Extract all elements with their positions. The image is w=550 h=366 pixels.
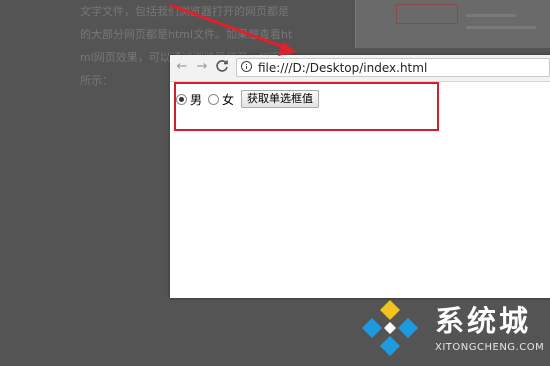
browser-window: ← → file:///D:/Desktop/index.html 男 女 获取… [170, 55, 550, 298]
watermark-logo-icon [362, 300, 418, 356]
get-radio-value-button[interactable]: 获取单选框值 [241, 90, 320, 108]
watermark-brand: 系统城 [435, 304, 532, 338]
article-line: 的大部分网页都是html文件。如果想查看ht [80, 28, 293, 41]
browser-toolbar: ← → file:///D:/Desktop/index.html [170, 55, 550, 82]
background-screenshot [355, 0, 550, 48]
background-screenshot-line [466, 14, 516, 17]
forward-arrow-icon[interactable]: → [194, 59, 210, 75]
info-icon[interactable] [241, 61, 252, 72]
radio-male[interactable] [176, 93, 187, 105]
radio-male-label[interactable]: 男 [190, 91, 202, 108]
radio-form: 男 女 获取单选框值 [176, 89, 320, 109]
page-content: 男 女 获取单选框值 [170, 82, 550, 298]
article-line: 文字文件，包括我们浏览器打开的网页都是 [80, 5, 289, 18]
reload-icon[interactable] [214, 59, 230, 75]
watermark: 系统城 XITONGCHENG.COM [355, 294, 550, 366]
radio-female[interactable] [208, 93, 220, 105]
background-screenshot-line [466, 26, 536, 29]
background-screenshot-highlight [396, 4, 458, 24]
watermark-domain: XITONGCHENG.COM [435, 342, 545, 353]
back-arrow-icon[interactable]: ← [174, 59, 190, 75]
radio-female-label[interactable]: 女 [222, 91, 234, 108]
address-url: file:///D:/Desktop/index.html [258, 61, 428, 75]
address-bar[interactable]: file:///D:/Desktop/index.html [236, 58, 550, 77]
